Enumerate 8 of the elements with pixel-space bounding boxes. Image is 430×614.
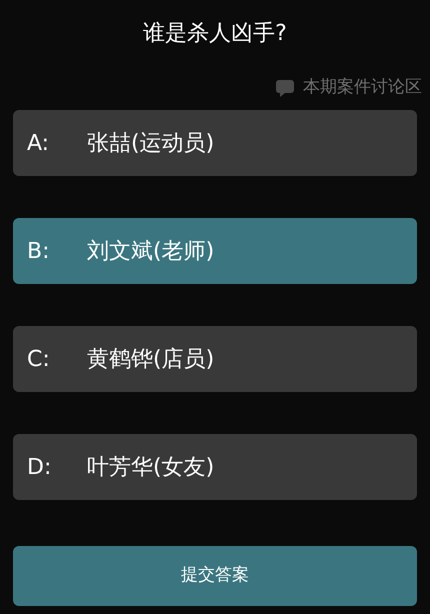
discussion-link[interactable]: 本期案件讨论区 (303, 75, 422, 101)
question-title: 谁是杀人凶手? (143, 20, 287, 48)
answer-option[interactable]: D: 叶芳华(女友) (13, 434, 417, 500)
answer-option[interactable]: A: 张喆(运动员) (13, 110, 417, 176)
answer-option[interactable]: C: 黄鹤铧(店员) (13, 326, 417, 392)
answer-option[interactable]: B: 刘文斌(老师) (13, 218, 417, 284)
chat-icon (275, 79, 295, 97)
submit-button[interactable]: 提交答案 (13, 546, 417, 606)
